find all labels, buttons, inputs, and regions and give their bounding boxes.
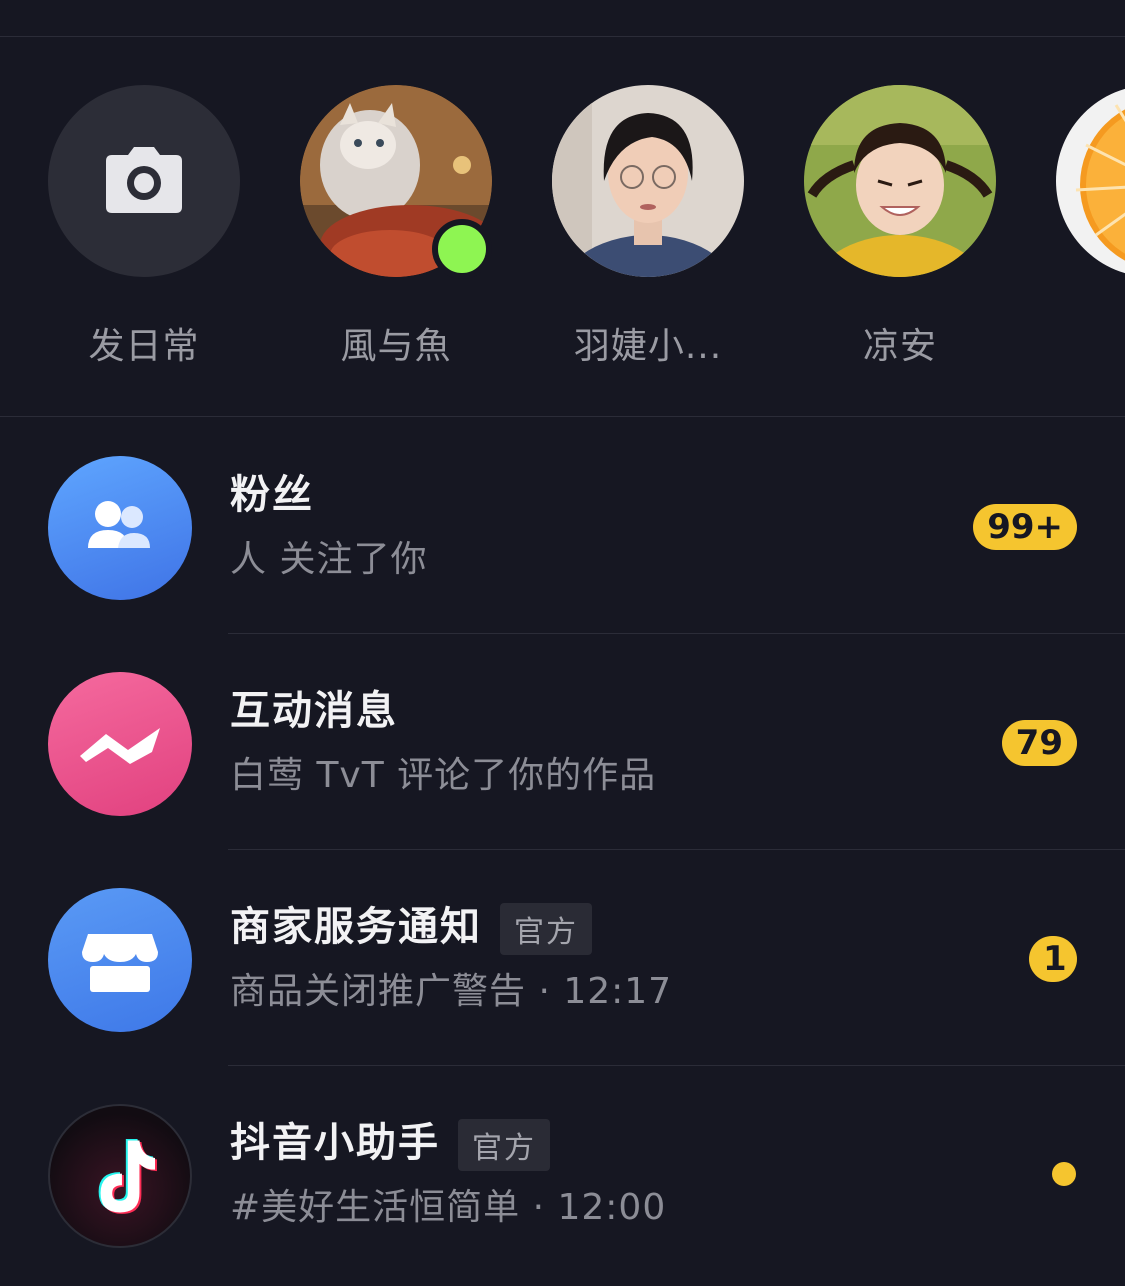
notification-title-wrap: 商家服务通知 官方	[230, 894, 592, 955]
story-label: 風与魚	[340, 326, 452, 367]
story-label: 凉安	[862, 326, 937, 367]
notification-title: 粉丝	[230, 472, 314, 518]
story-user-1[interactable]: 風与魚	[300, 85, 492, 369]
avatar[interactable]	[300, 85, 492, 279]
stories-bar: 发日常 風与魚 羽婕小... 凉安	[0, 37, 1125, 417]
notification-merchant-service[interactable]: 商家服务通知 官方 商品关闭推广警告 · 12:17 1	[0, 850, 1125, 1066]
official-tag: 官方	[500, 903, 592, 955]
avatar-image	[552, 85, 744, 277]
douyin-icon	[48, 1104, 192, 1248]
online-status-indicator	[432, 219, 492, 279]
unread-count-badge: 79	[1001, 720, 1077, 766]
unread-dot	[1052, 1162, 1076, 1186]
story-user-4[interactable]: 文	[1056, 85, 1125, 369]
notification-title: 商家服务通知	[230, 904, 482, 950]
story-label: 文	[1056, 317, 1125, 369]
interaction-icon	[48, 672, 192, 816]
notification-subtitle: 商品关闭推广警告 · 12:17	[230, 971, 673, 1012]
avatar-image	[1056, 85, 1125, 277]
story-label: 发日常	[88, 326, 200, 367]
notification-fans[interactable]: 粉丝 人 关注了你 99+	[0, 418, 1125, 634]
story-label: 羽婕小...	[573, 326, 723, 367]
notification-subtitle: #美好生活恒简单 · 12:00	[230, 1187, 667, 1228]
avatar[interactable]	[804, 85, 996, 277]
avatar-image	[804, 85, 996, 277]
avatar[interactable]	[1056, 85, 1125, 277]
story-post-daily[interactable]: 发日常	[48, 85, 240, 369]
notification-subtitle: 人 关注了你	[230, 539, 428, 580]
avatar[interactable]	[552, 85, 744, 277]
notification-interaction[interactable]: 互动消息 白莺 TvT 评论了你的作品 79	[0, 634, 1125, 850]
notification-title-wrap: 抖音小助手 官方	[230, 1110, 550, 1171]
story-user-2[interactable]: 羽婕小...	[552, 85, 744, 369]
unread-count-badge: 1	[1029, 936, 1077, 982]
notification-douyin-assistant[interactable]: 抖音小助手 官方 #美好生活恒简单 · 12:00	[0, 1066, 1125, 1282]
post-daily-avatar[interactable]	[48, 85, 240, 277]
notification-title: 抖音小助手	[230, 1120, 440, 1166]
fans-icon	[48, 456, 192, 600]
official-tag: 官方	[458, 1119, 550, 1171]
unread-count-badge: 99+	[973, 504, 1077, 550]
store-icon	[48, 888, 192, 1032]
section-divider	[0, 416, 1125, 417]
story-user-3[interactable]: 凉安	[804, 85, 996, 369]
notification-subtitle: 白莺 TvT 评论了你的作品	[230, 755, 657, 796]
notification-title: 互动消息	[230, 688, 398, 734]
camera-icon	[106, 147, 182, 213]
